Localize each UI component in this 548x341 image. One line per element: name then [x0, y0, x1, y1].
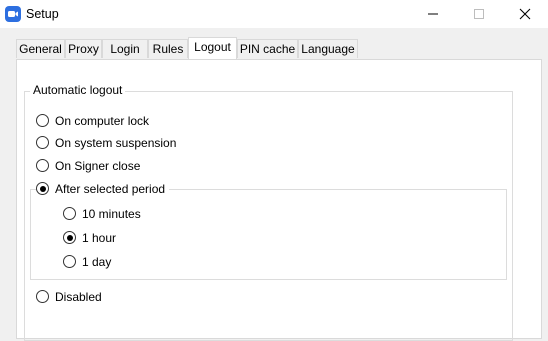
radio-button[interactable] — [63, 255, 76, 268]
radio-after-selected-period[interactable]: After selected period After selected per… — [36, 180, 170, 196]
app-icon — [5, 6, 21, 22]
maximize-button[interactable] — [456, 0, 502, 28]
radio-button-checked[interactable] — [36, 182, 49, 195]
tab-rules[interactable]: Rules — [148, 39, 188, 58]
minimize-icon — [428, 13, 438, 15]
close-button[interactable] — [502, 0, 548, 28]
radio-button[interactable] — [36, 114, 49, 127]
group-label: Automatic logout — [30, 82, 126, 98]
radio-button[interactable] — [36, 290, 49, 303]
tab-pin-cache[interactable]: PIN cache — [237, 39, 298, 58]
minimize-button[interactable] — [410, 0, 456, 28]
window-title: Setup — [26, 7, 59, 21]
close-icon — [519, 8, 531, 20]
title-bar: Setup — [0, 0, 548, 28]
radio-button[interactable] — [36, 159, 49, 172]
tab-language[interactable]: Language — [298, 39, 358, 58]
radio-button-checked[interactable] — [63, 231, 76, 244]
tab-proxy[interactable]: Proxy — [65, 39, 102, 58]
tab-logout[interactable]: Logout — [188, 37, 237, 59]
tab-login[interactable]: Login — [102, 39, 148, 58]
radio-button[interactable] — [63, 207, 76, 220]
tab-general[interactable]: General — [16, 39, 65, 58]
radio-button[interactable] — [36, 136, 49, 149]
maximize-icon — [474, 9, 484, 19]
